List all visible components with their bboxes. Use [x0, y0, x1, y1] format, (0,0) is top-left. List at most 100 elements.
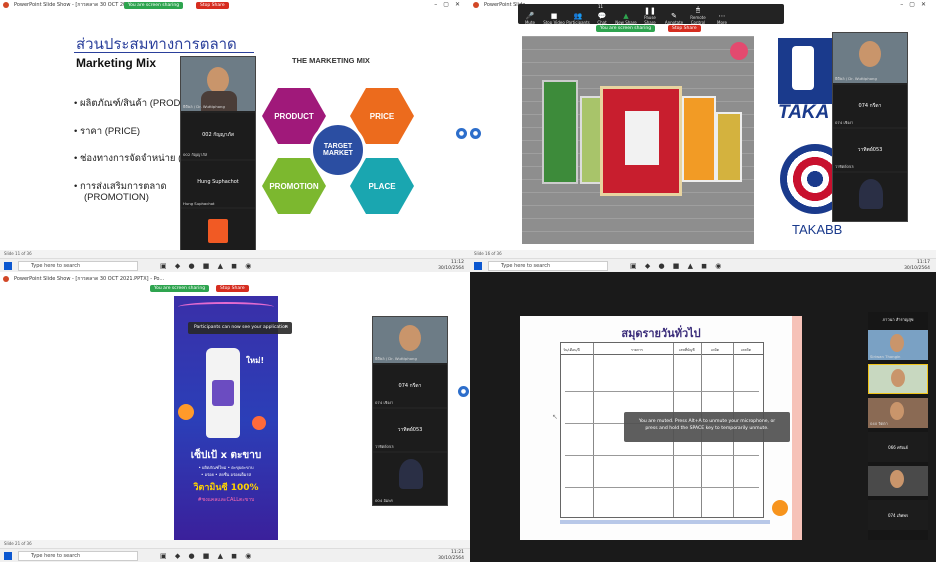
target-market-circle: TARGET MARKET: [310, 122, 366, 178]
more-button[interactable]: ⋯ More: [710, 12, 734, 25]
remote-control-button[interactable]: 🖱 Remote Control: [686, 6, 710, 25]
quadrant-journal: สมุดรายวันทั่วไป วัน/เดือน/ปี รายการ เลข…: [470, 272, 936, 562]
zoom-meeting-toolbar: 🎤 Mute ■ Stop Video 👥 Participants 💬 Chat ▲ New S…: [518, 4, 784, 25]
orange-pack-image: [682, 96, 716, 182]
anime-avatar-image: [859, 179, 883, 209]
button-label: Stop Video: [543, 20, 565, 25]
ad-new-label: ใหม่!: [246, 356, 265, 365]
orange-circle-shape: [772, 500, 788, 516]
gallery-panel[interactable]: ภาวนา สำราญสุข Siriwan Thongin 040 จิตตา…: [868, 312, 928, 540]
zoom-share-icon[interactable]: ●: [458, 386, 469, 397]
video-tile: 066 ศรัณย์: [868, 432, 928, 462]
bullet-text: การส่งเสริมการตลาด: [79, 181, 167, 192]
column-header: รายการ: [631, 348, 643, 352]
ad-headline: เซ็ปเป้ x ตะขาบ: [190, 450, 262, 461]
video-tile: 002 กัญญาภัส 002 กัญญาภัส: [181, 113, 255, 159]
button-label: Remote Control: [690, 15, 706, 25]
bullet-price: • ราคา (PRICE): [74, 126, 141, 137]
status-bar: Slide 11 of 36: [0, 250, 470, 258]
powerpoint-icon: [3, 276, 9, 282]
button-label: Participants: [566, 20, 590, 25]
taskbar-search[interactable]: Type here to search: [488, 261, 608, 271]
participant-face: [399, 325, 421, 351]
close-icon[interactable]: ✕: [284, 322, 288, 334]
mouse-cursor-icon: ↖: [552, 413, 558, 421]
column-header: เดบิต: [711, 348, 719, 352]
stop-share-button[interactable]: Stop Share: [216, 285, 249, 292]
taskbar-apps[interactable]: ▣ ◆ ● ■ ▲ ◼ ◉: [160, 552, 254, 560]
vegetable-pack-image: [542, 80, 578, 184]
participant-label: 074 กรีดา: [858, 102, 882, 109]
taskbar-search[interactable]: Type here to search: [18, 551, 138, 561]
annotate-button[interactable]: ✎ Annotate: [662, 12, 686, 25]
video-tile: Hung Suphachot Hung Suphachot: [181, 161, 255, 207]
bullet-text: ผลิตภัณฑ์/สินค้า (PROD: [79, 98, 181, 109]
zoom-share-icon[interactable]: ●: [470, 128, 481, 139]
pause-share-button[interactable]: ❚❚ Pause Share: [638, 7, 662, 25]
participant-name: 002 กัญญาภัส: [183, 152, 208, 157]
column-header: เลขที่บัญชี: [679, 348, 695, 352]
video-tile: 074 กรีดา 074 เชิงงา: [833, 85, 907, 127]
slide-subtitle: Marketing Mix: [76, 56, 157, 70]
participant-face: [207, 67, 229, 93]
video-tile: [868, 466, 928, 496]
window-controls[interactable]: –▢✕: [900, 0, 932, 10]
tray-date: 30/10/2564: [438, 556, 464, 561]
window-controls[interactable]: –▢✕: [434, 0, 466, 10]
windows-start-icon[interactable]: [4, 262, 12, 270]
participant-label: 066 ศรัณย์: [888, 445, 908, 450]
table-row: [565, 455, 759, 456]
quadrant-product-slide: PowerPoint Slide –▢✕ 🎤 Mute ■ Stop Video 👥 Pa…: [470, 0, 936, 272]
bullet-text: ช่องทางการจัดจำหน่าย (: [79, 153, 182, 164]
participant-face: [890, 402, 904, 420]
participant-panel[interactable]: ธิติพล / Dr. Wuttiphong 002 กัญญาภัส 002…: [180, 56, 256, 256]
taskbar-apps[interactable]: ▣ ◆ ● ■ ▲ ◼ ◉: [160, 262, 254, 270]
stop-share-button[interactable]: Stop Share: [196, 2, 229, 9]
participant-count: 11: [598, 4, 604, 9]
packaging-image: [600, 86, 682, 196]
brand-wordmark: TAKA: [778, 102, 830, 123]
tray-date: 30/10/2564: [438, 266, 464, 271]
slide-accent-bar: [792, 316, 802, 540]
video-tile-active-speaker: [868, 364, 928, 394]
participant-name: วาทิตย์053: [375, 444, 394, 449]
participant-panel[interactable]: ธิติพล / Dr. Wuttiphong 074 กรีดา 074 เช…: [832, 32, 908, 222]
status-bar: Slide 16 of 36: [470, 250, 936, 258]
stop-video-button[interactable]: ■ Stop Video: [542, 12, 566, 25]
new-share-button[interactable]: ▲ New Share: [614, 12, 638, 25]
video-tile: 074 เลิศพร: [868, 500, 928, 530]
anime-avatar-image: [399, 459, 423, 489]
participant-label: 074 เลิศพร: [887, 513, 909, 518]
participant-name: 074 เชิงงา: [375, 400, 394, 405]
taskbar-search[interactable]: Type here to search: [18, 261, 138, 271]
participant-name: 004 อัมพร: [375, 498, 393, 503]
windows-start-icon[interactable]: [4, 552, 12, 560]
participant-face: [859, 41, 881, 67]
chat-button[interactable]: 💬 Chat: [590, 12, 614, 25]
screen-sharing-indicator: You are screen sharing: [124, 2, 184, 9]
zoom-share-icon[interactable]: ●: [456, 128, 467, 139]
stop-share-button[interactable]: Stop Share: [668, 25, 701, 32]
column-header: เครดิต: [741, 348, 751, 352]
taskbar: Type here to search ▣ ◆ ● ■ ▲ ◼ ◉ 11:21 3…: [0, 548, 470, 562]
bullet-place: • ช่องทางการจัดจำหน่าย (: [74, 153, 182, 164]
participant-header: ภาวนา สำราญสุข: [868, 312, 928, 326]
column-header: วัน/เดือน/ปี: [563, 348, 580, 352]
slide-scrollbar[interactable]: [560, 520, 770, 524]
quadrant-advertisement: PowerPoint Slide Show - [การตลาด 30 OCT …: [0, 272, 470, 562]
taskbar-apps[interactable]: ▣ ◆ ● ■ ▲ ◼ ◉: [630, 262, 724, 270]
participant-label: Hung Suphachot: [197, 179, 239, 186]
participant-name: 074 เชิงงา: [835, 120, 854, 125]
participant-face: [890, 470, 904, 488]
video-tile: 074 กรีดา 074 เชิงงา: [373, 365, 447, 407]
windows-start-icon[interactable]: [474, 262, 482, 270]
screen-sharing-indicator: You are screen sharing: [596, 25, 656, 32]
product-bottle-image: [206, 348, 240, 438]
video-tile: [833, 173, 907, 221]
participants-button[interactable]: 👥 Participants: [566, 12, 590, 25]
participant-panel[interactable]: ธิติพล / Dr. Wuttiphong 074 กรีดา 074 เช…: [372, 316, 448, 506]
brand-portrait-image: [792, 46, 814, 90]
ad-hashtag: #ชงแคลเเละCALLตะขาบ: [197, 497, 255, 503]
bullet-text: ราคา (PRICE): [79, 126, 141, 137]
mute-button[interactable]: 🎤 Mute: [518, 12, 542, 25]
